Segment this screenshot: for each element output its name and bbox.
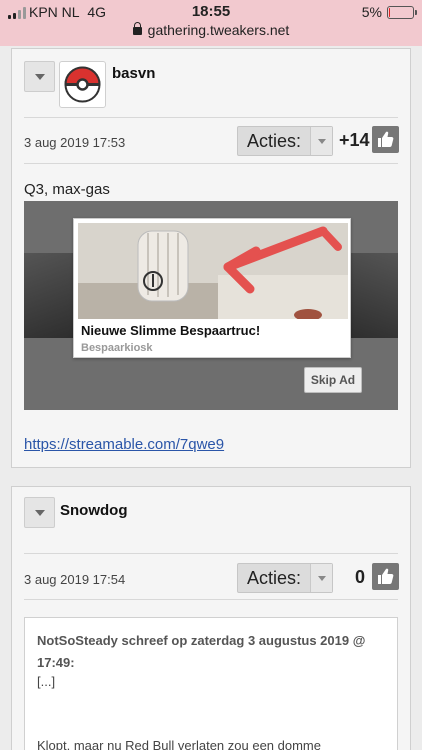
lock-icon [132,22,142,35]
post-link[interactable]: https://streamable.com/7qwe9 [24,436,224,453]
post-date[interactable]: 3 aug 2019 17:54 [24,572,125,587]
quote-header[interactable]: NotSoSteady schreef op zaterdag 3 august… [37,630,387,674]
actions-label: Acties: [247,131,302,151]
battery-icon [387,6,417,19]
quote-block: NotSoSteady schreef op zaterdag 3 august… [24,617,398,750]
quote-text: Klopt, maar nu Red Bull verlaten zou een… [37,738,321,750]
actions-dropdown[interactable]: Acties: [237,563,333,593]
clock: 18:55 [191,3,231,20]
forum-post: basvn 3 aug 2019 17:53 Acties: +14 Q3, m… [11,48,411,468]
chevron-down-icon [310,127,332,155]
divider [24,117,398,118]
ad-title[interactable]: Nieuwe Slimme Bespaartruc! [81,323,260,338]
thumbs-up-icon [378,568,394,584]
avatar[interactable] [59,61,106,108]
quote-ellipsis: [...] [37,674,56,689]
divider [24,163,398,164]
ad-card[interactable]: Nieuwe Slimme Bespaartruc! Bespaarkiosk [73,218,351,358]
thumbs-up-icon [378,131,394,147]
ad-source: Bespaarkiosk [81,342,153,354]
address-bar[interactable]: gathering.tweakers.net [0,22,422,38]
post-score: +14 [339,130,370,150]
post-author[interactable]: Snowdog [60,502,128,519]
chevron-down-icon [310,564,332,592]
post-menu-dropdown[interactable] [24,497,55,528]
status-bar: KPN NL 4G 18:55 5% gathering.tweakers.ne… [0,0,422,46]
actions-label: Acties: [247,568,302,588]
post-text: Q3, max-gas [24,181,110,198]
divider [24,553,398,554]
url-text: gathering.tweakers.net [147,22,290,38]
actions-dropdown[interactable]: Acties: [237,126,333,156]
divider [24,599,398,600]
pokeball-icon [64,66,101,103]
like-button[interactable] [372,126,399,153]
like-button[interactable] [372,563,399,590]
post-date[interactable]: 3 aug 2019 17:53 [24,135,125,150]
post-author[interactable]: basvn [112,65,155,82]
post-menu-dropdown[interactable] [24,61,55,92]
skip-ad-button[interactable]: Skip Ad [304,367,362,393]
ad-image [78,223,348,319]
post-score: 0 [355,567,366,587]
battery-percent: 5% [361,4,382,20]
embedded-video[interactable]: Nieuwe Slimme Bespaartruc! Bespaarkiosk … [24,201,398,410]
forum-post: Snowdog 3 aug 2019 17:54 Acties: 0 NotSo… [11,486,411,750]
